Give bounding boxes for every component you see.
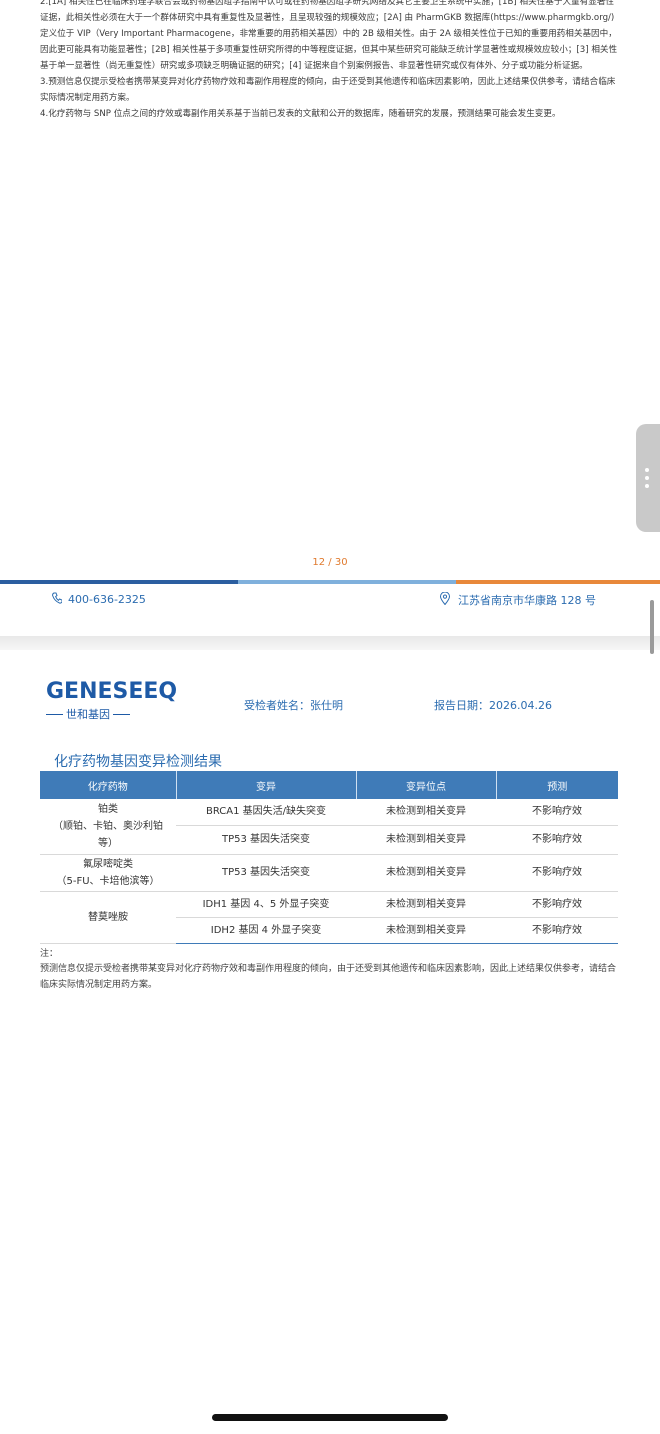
home-indicator[interactable] (212, 1414, 448, 1421)
note-label: 注： (40, 949, 59, 959)
variant-cell: IDH1 基因 4、5 外显子突变 (176, 891, 356, 918)
drug-detail: （5-FU、卡培他滨等） (56, 875, 160, 887)
footer-phone: 400-636-2325 (52, 592, 146, 607)
logo-subtitle: 世和基因 (46, 706, 130, 722)
side-panel-handle[interactable] (636, 424, 660, 532)
phone-number: 400-636-2325 (68, 593, 146, 606)
footnote-3: 3.预测信息仅提示受检者携带某变异对化疗药物疗效和毒副作用程度的倾向，由于还受到… (40, 77, 616, 103)
header-site: 变异位点 (355, 771, 496, 799)
footer-bar-blue (0, 580, 238, 584)
footnote-2: 2.[1A] 相关性已在临床药理学联合会或药物基因组学指南中认可或在药物基因组学… (40, 0, 618, 71)
table-header-row: 化疗药物 变异 变异位点 预测 (40, 771, 618, 799)
drug-cell: 铂类 （顺铂、卡铂、奥沙利铂 等） (40, 799, 176, 855)
site-cell: 未检测到相关变异 (356, 825, 496, 855)
table-row: 氟尿嘧啶类 （5-FU、卡培他滨等） TP53 基因失活突变 未检测到相关变异 … (40, 854, 618, 892)
footer-bar-orange (456, 580, 660, 584)
header-prediction: 预测 (495, 771, 618, 799)
site-cell: 未检测到相关变异 (356, 917, 496, 944)
phone-icon (52, 592, 63, 607)
handle-dot (645, 484, 649, 488)
previous-page: 2.[1A] 相关性已在临床药理学联合会或药物基因组学指南中认可或在药物基因组学… (0, 0, 660, 636)
prediction-cell: 不影响疗效 (496, 891, 618, 918)
drug-detail: （顺铂、卡铂、奥沙利铂 (53, 820, 163, 832)
results-table: 化疗药物 变异 变异位点 预测 铂类 （顺铂、卡铂、奥沙利铂 等） BRCA1 … (40, 771, 618, 944)
logo-line-left (46, 713, 63, 715)
scrollbar-thumb[interactable] (650, 600, 654, 654)
prediction-cell: 不影响疗效 (496, 825, 618, 855)
company-logo: GENESEEQ 世和基因 (46, 679, 178, 722)
drug-name: 铂类 (98, 803, 118, 815)
logo-text: GENESEEQ (46, 679, 178, 704)
footnote-4: 4.化疗药物与 SNP 位点之间的疗效或毒副作用关系基于当前已发表的文献和公开的… (40, 109, 561, 119)
prediction-cell: 不影响疗效 (496, 854, 618, 892)
drug-cell: 氟尿嘧啶类 （5-FU、卡培他滨等） (40, 854, 176, 892)
variant-cell: BRCA1 基因失活/缺失突变 (176, 799, 356, 826)
note-text: 预测信息仅提示受检者携带某变异对化疗药物疗效和毒副作用程度的倾向，由于还受到其他… (40, 964, 617, 990)
prediction-cell: 不影响疗效 (496, 799, 618, 826)
address-text: 江苏省南京市华康路 128 号 (458, 594, 596, 607)
site-cell: 未检测到相关变异 (356, 854, 496, 892)
header-drug: 化疗药物 (40, 771, 176, 799)
page-number: 12 / 30 (312, 557, 348, 568)
variant-cell: TP53 基因失活突变 (176, 825, 356, 855)
site-cell: 未检测到相关变异 (356, 799, 496, 826)
site-cell: 未检测到相关变异 (356, 891, 496, 918)
footnotes: 2.[1A] 相关性已在临床药理学联合会或药物基因组学指南中认可或在药物基因组学… (40, 0, 618, 122)
prediction-cell: 不影响疗效 (496, 917, 618, 944)
handle-dot (645, 468, 649, 472)
report-date: 报告日期：2026.04.26 (434, 699, 552, 712)
handle-dot (645, 476, 649, 480)
page-separator (0, 636, 660, 650)
logo-chinese: 世和基因 (66, 708, 110, 721)
table-row: 铂类 （顺铂、卡铂、奥沙利铂 等） BRCA1 基因失活/缺失突变 未检测到相关… (40, 799, 618, 855)
location-pin-icon (439, 591, 451, 608)
drug-detail: 等） (98, 837, 118, 849)
logo-line-right (113, 713, 130, 715)
drug-name: 替莫唑胺 (88, 911, 128, 923)
patient-name: 受检者姓名：张仕明 (244, 699, 343, 712)
footer-address: 江苏省南京市华康路 128 号 (439, 591, 596, 608)
variant-cell: IDH2 基因 4 外显子突变 (176, 917, 356, 944)
drug-cell: 替莫唑胺 (40, 891, 176, 944)
footer-bar-light-blue (238, 580, 456, 584)
variant-cell: TP53 基因失活突变 (176, 854, 356, 892)
header-variant: 变异 (175, 771, 356, 799)
table-row: 替莫唑胺 IDH1 基因 4、5 外显子突变 未检测到相关变异 不影响疗效 (40, 891, 618, 944)
section-title: 化疗药物基因变异检测结果 (54, 754, 222, 770)
drug-name: 氟尿嘧啶类 (83, 858, 133, 870)
